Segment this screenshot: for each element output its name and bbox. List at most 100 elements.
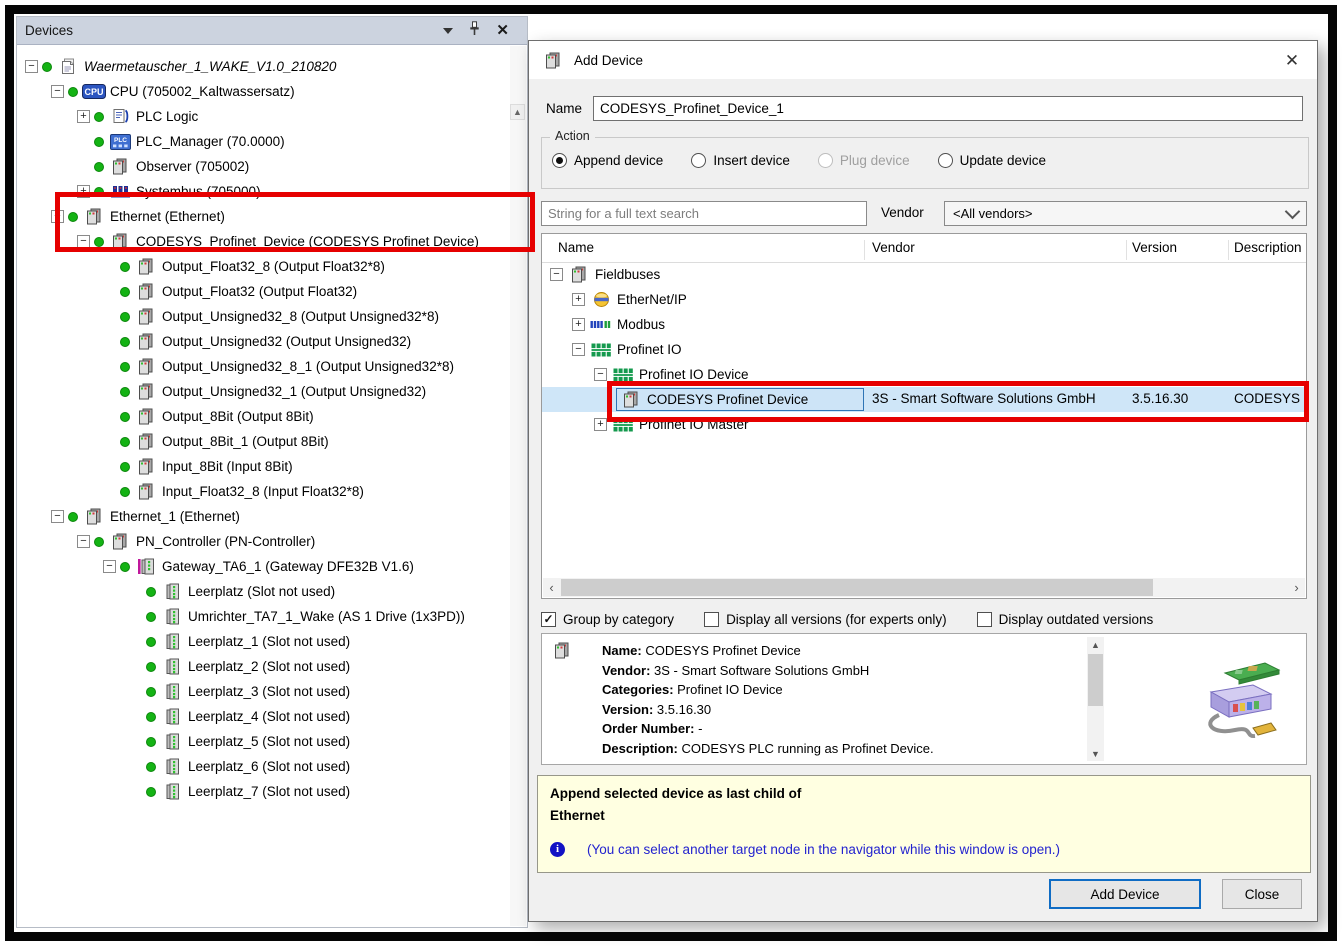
scroll-up-icon[interactable]: ▲ xyxy=(510,104,525,120)
tree-item[interactable]: Output_8Bit_1 (Output 8Bit) xyxy=(17,429,527,454)
online-status-icon xyxy=(120,412,130,422)
expand-toggle-icon[interactable]: + xyxy=(572,318,585,331)
catalog-description-cell: CODESYS PLC running as Profinet Device. xyxy=(1234,391,1303,406)
vendor-select[interactable]: <All vendors> xyxy=(944,201,1307,226)
scroll-up-icon[interactable]: ▲ xyxy=(1087,637,1104,652)
close-button[interactable]: Close xyxy=(1222,879,1302,909)
tree-item[interactable]: −PN_Controller (PN-Controller) xyxy=(17,529,527,554)
catalog-row-selected[interactable]: CODESYS Profinet Device3S - Smart Softwa… xyxy=(542,387,1306,412)
radio-button-icon[interactable] xyxy=(552,153,567,168)
column-header-vendor[interactable]: Vendor xyxy=(872,240,915,255)
radio-append-device[interactable]: Append device xyxy=(552,153,663,168)
details-scrollbar[interactable]: ▲ ▼ xyxy=(1087,637,1104,761)
checkbox-icon[interactable] xyxy=(977,612,992,627)
tree-item[interactable]: −CODESYS_Profinet_Device (CODESYS Profin… xyxy=(17,229,527,254)
tree-item[interactable]: Input_Float32_8 (Input Float32*8) xyxy=(17,479,527,504)
tree-item[interactable]: Umrichter_TA7_1_Wake (AS 1 Drive (1x3PD)… xyxy=(17,604,527,629)
add-device-button[interactable]: Add Device xyxy=(1049,879,1201,909)
tree-item[interactable]: −Ethernet (Ethernet) xyxy=(17,204,527,229)
tree-item[interactable]: Output_Unsigned32_8 (Output Unsigned32*8… xyxy=(17,304,527,329)
tree-item-label: Output_Unsigned32_1 (Output Unsigned32) xyxy=(162,384,426,399)
scrollbar-thumb[interactable] xyxy=(1088,654,1103,706)
tree-item[interactable]: Output_Unsigned32_1 (Output Unsigned32) xyxy=(17,379,527,404)
catalog-row[interactable]: +EtherNet/IP xyxy=(542,287,1306,312)
collapse-toggle-icon[interactable]: − xyxy=(550,268,563,281)
catalog-hscrollbar[interactable]: ‹ › xyxy=(543,578,1305,597)
tree-item-label: Waermetauscher_1_WAKE_V1.0_210820 xyxy=(84,59,336,74)
tree-item[interactable]: Input_8Bit (Input 8Bit) xyxy=(17,454,527,479)
tree-item[interactable]: PLCPLC_Manager (70.0000) xyxy=(17,129,527,154)
cpu-icon: CPU xyxy=(82,84,106,99)
tree-item[interactable]: Output_Float32_8 (Output Float32*8) xyxy=(17,254,527,279)
scroll-left-icon[interactable]: ‹ xyxy=(543,578,560,597)
tree-item[interactable]: Leerplatz_4 (Slot not used) xyxy=(17,704,527,729)
catalog-row[interactable]: +Modbus xyxy=(542,312,1306,337)
collapse-toggle-icon[interactable]: − xyxy=(572,343,585,356)
expand-toggle-icon[interactable]: + xyxy=(77,185,90,198)
tree-item[interactable]: Observer (705002) xyxy=(17,154,527,179)
dialog-titlebar[interactable]: Add Device ✕ xyxy=(529,41,1317,79)
collapse-toggle-icon[interactable]: − xyxy=(25,60,38,73)
catalog-row[interactable]: +Profinet IO Master xyxy=(542,412,1306,437)
radio-button-icon[interactable] xyxy=(938,153,953,168)
radio-button-icon xyxy=(818,153,833,168)
scroll-down-icon[interactable]: ▼ xyxy=(1087,746,1104,761)
tree-item[interactable]: Output_Unsigned32 (Output Unsigned32) xyxy=(17,329,527,354)
collapse-toggle-icon[interactable]: − xyxy=(51,210,64,223)
tree-item[interactable]: −CPUCPU (705002_Kaltwassersatz) xyxy=(17,79,527,104)
tree-item[interactable]: Output_Unsigned32_8_1 (Output Unsigned32… xyxy=(17,354,527,379)
radio-update-device[interactable]: Update device xyxy=(938,153,1046,168)
catalog-row[interactable]: −Fieldbuses xyxy=(542,262,1306,287)
checkbox-icon[interactable] xyxy=(704,612,719,627)
scroll-right-icon[interactable]: › xyxy=(1288,578,1305,597)
radio-button-icon[interactable] xyxy=(691,153,706,168)
checkbox-group-by-category[interactable]: ✓Group by category xyxy=(541,612,674,627)
tree-item[interactable]: Leerplatz_3 (Slot not used) xyxy=(17,679,527,704)
tree-item[interactable]: Leerplatz_5 (Slot not used) xyxy=(17,729,527,754)
column-header-version[interactable]: Version xyxy=(1132,240,1177,255)
scrollbar-thumb[interactable] xyxy=(561,579,1153,596)
dialog-close-icon[interactable]: ✕ xyxy=(1279,52,1305,69)
search-input[interactable] xyxy=(541,201,867,226)
tree-item[interactable]: Leerplatz_7 (Slot not used) xyxy=(17,779,527,804)
tree-item[interactable]: − Waermetauscher_1_WAKE_V1.0_210820 xyxy=(17,54,527,79)
collapse-toggle-icon[interactable]: − xyxy=(77,535,90,548)
collapse-toggle-icon[interactable]: − xyxy=(51,85,64,98)
panel-menu-caret-icon[interactable] xyxy=(443,28,453,34)
catalog-name-cell: Profinet IO xyxy=(589,338,682,361)
tree-item[interactable]: Output_Float32 (Output Float32) xyxy=(17,279,527,304)
collapse-toggle-icon[interactable]: − xyxy=(51,510,64,523)
tree-item[interactable]: −Ethernet_1 (Ethernet) xyxy=(17,504,527,529)
pin-icon[interactable] xyxy=(469,21,480,41)
expand-toggle-icon[interactable]: + xyxy=(77,110,90,123)
radio-label: Update device xyxy=(960,153,1046,168)
online-status-icon xyxy=(146,687,156,697)
tree-connector xyxy=(77,135,90,148)
tree-item[interactable]: −Gateway_TA6_1 (Gateway DFE32B V1.6) xyxy=(17,554,527,579)
tree-item[interactable]: +PLC Logic xyxy=(17,104,527,129)
collapse-toggle-icon[interactable]: − xyxy=(594,368,607,381)
catalog-row[interactable]: −Profinet IO Device xyxy=(542,362,1306,387)
checkbox-display-all-versions-for-experts-only-[interactable]: Display all versions (for experts only) xyxy=(704,612,947,627)
tree-item[interactable]: Output_8Bit (Output 8Bit) xyxy=(17,404,527,429)
tree-item[interactable]: Leerplatz_2 (Slot not used) xyxy=(17,654,527,679)
name-input[interactable] xyxy=(593,96,1303,121)
tree-item[interactable]: Leerplatz_1 (Slot not used) xyxy=(17,629,527,654)
catalog-row[interactable]: − Profinet IO xyxy=(542,337,1306,362)
panel-close-icon[interactable]: ✕ xyxy=(496,23,509,38)
devices-scrollbar[interactable]: ▲ xyxy=(510,46,526,926)
expand-toggle-icon[interactable]: + xyxy=(594,418,607,431)
collapse-toggle-icon[interactable]: − xyxy=(77,235,90,248)
tree-item[interactable]: Leerplatz (Slot not used) xyxy=(17,579,527,604)
tree-item[interactable]: +Systembus (705000) xyxy=(17,179,527,204)
collapse-toggle-icon[interactable]: − xyxy=(103,560,116,573)
radio-insert-device[interactable]: Insert device xyxy=(691,153,790,168)
tree-item[interactable]: Leerplatz_6 (Slot not used) xyxy=(17,754,527,779)
catalog-item-label: Profinet IO xyxy=(617,342,682,357)
expand-toggle-icon[interactable]: + xyxy=(572,293,585,306)
column-header-name[interactable]: Name xyxy=(558,240,594,255)
checkbox-display-outdated-versions[interactable]: Display outdated versions xyxy=(977,612,1154,627)
tree-connector xyxy=(103,260,116,273)
column-header-description[interactable]: Description xyxy=(1234,240,1302,255)
checkbox-icon[interactable]: ✓ xyxy=(541,612,556,627)
